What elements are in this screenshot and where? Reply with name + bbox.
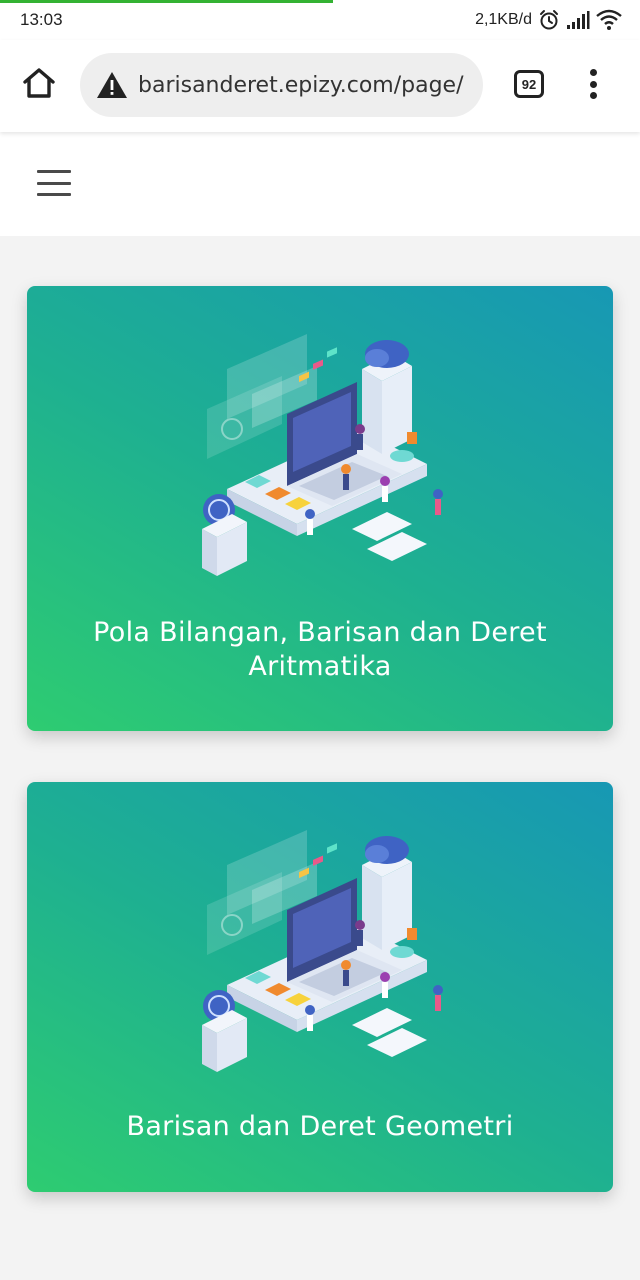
alarm-icon [538, 9, 560, 31]
signal-icon [566, 10, 590, 30]
hamburger-menu-icon[interactable] [37, 170, 71, 196]
status-right: 2,1KB/d [475, 8, 622, 32]
url-text[interactable]: barisanderet.epizy.com/page/ [138, 73, 464, 98]
lesson-card-arithmetic[interactable]: Pola Bilangan, Barisan dan Deret Aritmat… [27, 286, 613, 731]
card-title: Pola Bilangan, Barisan dan Deret Aritmat… [93, 617, 547, 682]
site-header [0, 132, 640, 236]
tabs-button[interactable]: 92 [514, 70, 544, 98]
network-speed: 2,1KB/d [475, 11, 532, 28]
isometric-computer-illustration [201, 829, 444, 1073]
insecure-warning-icon [97, 72, 127, 98]
status-bar: 13:03 2,1KB/d [0, 0, 640, 40]
card-title: Barisan dan Deret Geometri [126, 1111, 514, 1142]
overflow-menu-button[interactable] [583, 66, 603, 102]
lesson-card-geometric[interactable]: Barisan dan Deret Geometri [27, 782, 613, 1192]
menu-dot [589, 69, 597, 76]
status-time: 13:03 [20, 10, 63, 29]
home-button[interactable] [18, 62, 60, 104]
isometric-computer-illustration [201, 333, 444, 577]
browser-toolbar: barisanderet.epizy.com/page/ 92 [0, 40, 640, 132]
tab-count: 92 [521, 76, 537, 92]
page-load-progress [0, 0, 333, 3]
menu-dot [589, 80, 597, 88]
wifi-icon [596, 9, 622, 31]
address-bar[interactable]: barisanderet.epizy.com/page/ [80, 53, 483, 117]
home-icon [23, 68, 55, 98]
menu-dot [589, 92, 597, 99]
